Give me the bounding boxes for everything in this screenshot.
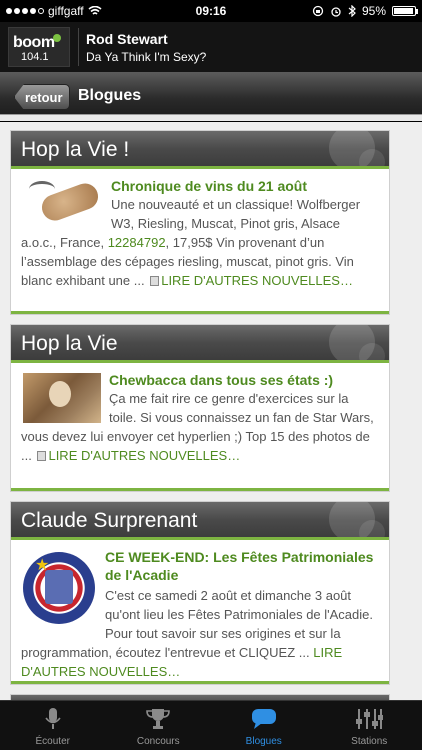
blog-list[interactable]: Hop la Vie ! Chronique de vins du 21 aoû…: [0, 122, 422, 700]
station-name: boom: [13, 34, 55, 51]
now-playing-bar[interactable]: boom 104.1 Rod Stewart Da Ya Think I'm S…: [0, 22, 422, 72]
read-more-link[interactable]: LIRE D'AUTRES NOUVELLES…: [48, 448, 240, 463]
card-bottom-accent: [11, 488, 389, 491]
divider: [78, 28, 79, 66]
page-title: Blogues: [78, 87, 142, 104]
tab-concours[interactable]: Concours: [106, 701, 212, 750]
tab-stations[interactable]: Stations: [317, 701, 422, 750]
trophy-icon: [143, 707, 173, 731]
blog-card-header[interactable]: Hop la Vie: [11, 325, 389, 363]
decorative-shape: [359, 520, 385, 537]
document-icon: [37, 451, 47, 461]
blog-card: Hop la Vie ! Chronique de vins du 21 aoû…: [10, 130, 390, 315]
station-logo-mark-icon: [53, 34, 61, 42]
tab-label: Concours: [136, 736, 180, 747]
blog-card: Hop la Vie Chewbacca dans tous ses états…: [10, 324, 390, 492]
post-thumbnail: ★: [23, 552, 95, 624]
blog-card: Claude Surprenant ★ CE WEEK-END: Les Fête…: [10, 501, 390, 685]
post-thumbnail: [23, 373, 101, 423]
battery-percent: 95%: [361, 4, 386, 18]
blog-card-header[interactable]: Hop la Vie !: [11, 131, 389, 169]
rotation-lock-icon: [312, 5, 324, 17]
tab-blogues[interactable]: Blogues: [211, 701, 317, 750]
post-thumbnail: [23, 177, 103, 227]
alarm-icon: [331, 7, 341, 17]
card-bottom-accent: [11, 681, 389, 684]
back-button[interactable]: retour: [14, 84, 70, 110]
navigation-bar: retour Blogues: [0, 72, 422, 122]
microphone-icon: [38, 707, 68, 731]
now-playing-track: Da Ya Think I'm Sexy?: [86, 50, 207, 64]
station-frequency: 104.1: [21, 51, 49, 63]
blog-name: Claude Surprenant: [21, 509, 198, 532]
bluetooth-icon: [348, 5, 356, 17]
card-bottom-accent: [11, 311, 389, 314]
tab-label: Écouter: [35, 736, 70, 747]
blog-name: Hop la Vie: [21, 332, 118, 355]
decorative-shape: [359, 343, 385, 360]
chat-bubble-icon: [249, 707, 279, 731]
tab-bar: Écouter Concours Blogues Stations: [0, 700, 422, 750]
product-code-link[interactable]: 12284792: [108, 235, 166, 250]
blog-card-header[interactable]: Claude Surprenant: [11, 502, 389, 540]
now-playing-artist: Rod Stewart: [86, 31, 168, 47]
blog-post-summary[interactable]: Chewbacca dans tous ses états :) Ça me fa…: [11, 363, 389, 465]
blog-name: Hop la Vie !: [21, 138, 130, 161]
tab-label: Stations: [351, 736, 388, 747]
status-bar: giffgaff 09:16 95%: [0, 0, 422, 22]
equalizer-icon: [354, 707, 384, 731]
decorative-shape: [359, 149, 385, 166]
blog-post-summary[interactable]: Chronique de vins du 21 août Une nouveaut…: [11, 169, 389, 314]
read-more-link[interactable]: LIRE D'AUTRES NOUVELLES…: [161, 273, 353, 288]
blog-post-summary[interactable]: ★ CE WEEK-END: Les Fêtes Patrimoniales de…: [11, 540, 389, 681]
document-icon: [150, 276, 160, 286]
star-icon: ★: [35, 557, 50, 574]
tab-label: Blogues: [245, 736, 282, 747]
battery-icon: [392, 6, 418, 16]
tab-ecouter[interactable]: Écouter: [0, 701, 106, 750]
station-logo: boom 104.1: [8, 27, 70, 67]
